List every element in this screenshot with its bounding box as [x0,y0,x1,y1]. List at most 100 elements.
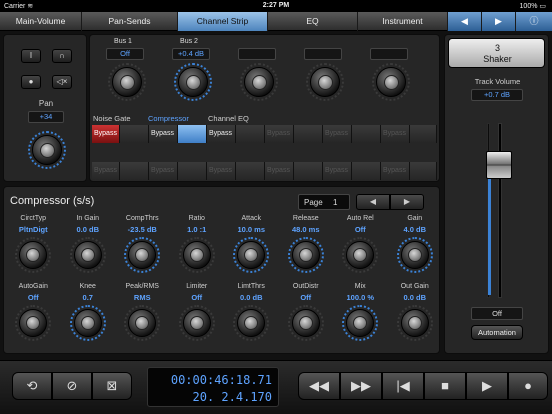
param-knob[interactable] [233,237,270,273]
record-icon[interactable]: ● [508,372,548,400]
insert-3-bypass[interactable]: Bypass [207,125,236,143]
insert-8-slot[interactable] [178,162,207,180]
insert-3-slot[interactable] [236,125,265,143]
track-volume-fader[interactable] [486,151,512,179]
insert-1-slot[interactable] [120,125,149,143]
insert-10-bypass[interactable]: Bypass [265,162,294,180]
insert-6-slot[interactable] [410,125,437,143]
param-knob[interactable] [124,237,161,273]
position-display: 00:00:46:18.71 20. 2.4.170 [147,367,279,407]
info-icon[interactable]: ⓘ [516,12,552,31]
param-value: Off [300,293,312,302]
insert-7-bypass[interactable]: Bypass [92,162,120,180]
record-icon[interactable]: ● [21,75,41,89]
param-value: 4.0 dB [403,225,426,234]
battery-indicator: 100% ▭ [519,3,546,10]
insert-11-bypass[interactable]: Bypass [323,162,352,180]
headphones-icon[interactable]: ∩ [52,49,72,63]
bus-3-send-knob[interactable] [240,63,278,101]
param-knob[interactable] [233,305,270,341]
param-label: Limiter [186,283,208,290]
tab-main-volume[interactable]: Main-Volume [0,12,82,31]
param-knob[interactable] [342,305,379,341]
go-to-start-icon[interactable]: |◀ [382,372,424,400]
tab-eq[interactable]: EQ [268,12,358,31]
tab-channel-strip[interactable]: Channel Strip [178,12,268,31]
bus-4-send-knob[interactable] [306,63,344,101]
param-value: Off [27,293,39,302]
level-meter-fill [488,175,491,295]
next-page-icon[interactable]: ▶ [482,12,516,31]
pan-value: +34 [28,111,64,123]
insert-12-bypass[interactable]: Bypass [381,162,410,180]
fader-track [498,123,502,298]
insert-4-slot[interactable] [294,125,323,143]
track-controls-panel: I ∩ ● ◁× Pan +34 [3,34,87,182]
loop-icon[interactable]: ⟲ [12,372,52,400]
insert-4-bypass[interactable]: Bypass [265,125,294,143]
param-value: 0.0 dB [403,293,426,302]
insert-7-slot[interactable] [120,162,149,180]
track-volume-label: Track Volume [474,77,521,86]
param-knob[interactable] [69,305,106,341]
param-knob[interactable] [396,305,433,341]
insert-6-bypass[interactable]: Bypass [381,125,410,143]
insert-5-bypass[interactable]: Bypass [323,125,352,143]
plugin-next-page-icon[interactable]: ▶ [390,194,424,210]
param-knob[interactable] [396,237,433,273]
param-knob[interactable] [15,305,52,341]
param-knob[interactable] [15,237,52,273]
insert-2-slot[interactable] [178,125,207,143]
insert-9-bypass[interactable]: Bypass [207,162,236,180]
rewind-icon[interactable]: ◀◀ [298,372,340,400]
param-label: Gain [407,215,423,222]
record-arm-button[interactable]: I [21,49,41,63]
tab-instrument[interactable]: Instrument [358,12,448,31]
param-value: 100.0 % [346,293,375,302]
param-value: RMS [133,293,151,302]
insert-9-slot[interactable] [236,162,265,180]
param-knob[interactable] [287,305,324,341]
instrument-selector-button[interactable]: 3 Shaker [448,38,545,68]
mute-icon[interactable]: ◁× [52,75,72,89]
param-value: -23.5 dB [127,225,157,234]
insert-12-slot[interactable] [410,162,437,180]
tab-pan-sends[interactable]: Pan-Sends [82,12,178,31]
page-label: Page [304,198,323,207]
metronome-icon[interactable]: ⊘ [52,372,92,400]
param-knob[interactable] [178,237,215,273]
bus-1-send-knob[interactable] [108,63,146,101]
prev-page-icon[interactable]: ◀ [448,12,482,31]
param-label: Release [292,215,319,222]
param-knob[interactable] [342,237,379,273]
page-selector[interactable]: Page 1 [298,194,350,210]
pan-knob[interactable] [28,131,66,169]
insert-11-slot[interactable] [352,162,381,180]
param-knob[interactable] [287,237,324,273]
insert-2-bypass[interactable]: Bypass [149,125,178,143]
insert-8-bypass[interactable]: Bypass [149,162,178,180]
insert-5-slot[interactable] [352,125,381,143]
bus-5-value [370,48,408,60]
bus-3-value [238,48,276,60]
insert-1-bypass[interactable]: Bypass [92,125,120,143]
param-label: Auto Rel [346,215,374,222]
fast-forward-icon[interactable]: ▶▶ [340,372,382,400]
stop-icon[interactable]: ■ [424,372,466,400]
plugin-prev-page-icon[interactable]: ◀ [356,194,390,210]
bus-2-send-knob[interactable] [174,63,212,101]
insert-slots-row-1: Bypass Bypass Bypass Bypass Bypass Bypas… [92,125,437,143]
count-in-icon[interactable]: ⊠ [92,372,132,400]
automation-button[interactable]: Automation [471,325,523,340]
param-knob[interactable] [124,305,161,341]
param-label: Out Gain [400,283,429,290]
param-label: Knee [79,283,96,290]
param-label: Ratio [188,215,205,222]
play-icon[interactable]: ▶ [466,372,508,400]
insert-10-slot[interactable] [294,162,323,180]
param-knob[interactable] [178,305,215,341]
insert-slots-row-2: Bypass Bypass Bypass Bypass Bypass Bypas… [92,162,437,180]
bus-5-send-knob[interactable] [372,63,410,101]
param-knob[interactable] [69,237,106,273]
transport-bar: ⟲ ⊘ ⊠ 00:00:46:18.71 20. 2.4.170 ◀◀ ▶▶ |… [0,360,552,414]
